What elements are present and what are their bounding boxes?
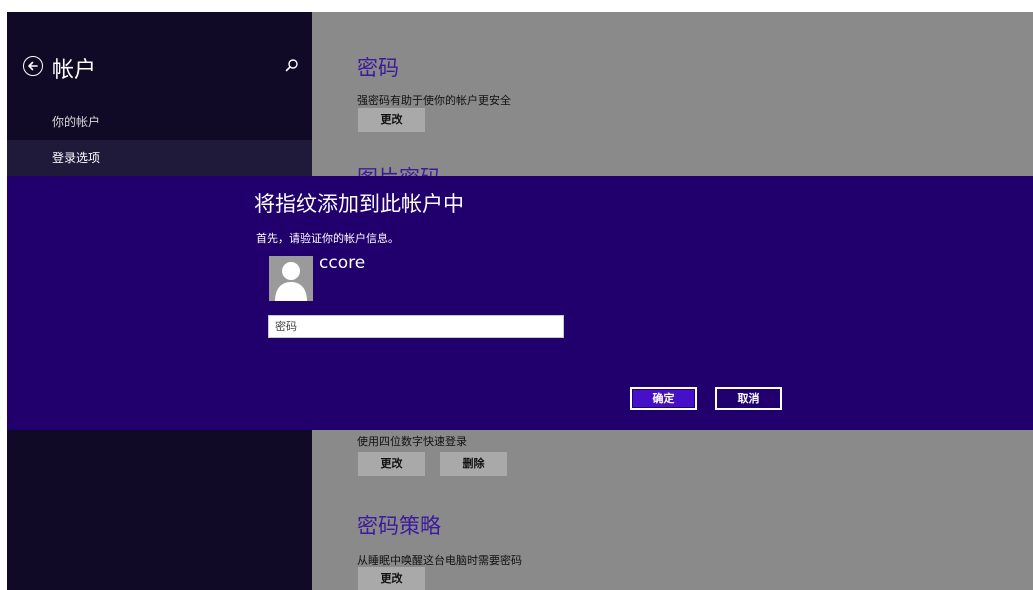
- sidebar-title: 帐户: [52, 58, 97, 83]
- cancel-button[interactable]: 取消: [715, 387, 782, 410]
- password-section-title: 密码: [357, 56, 399, 80]
- password-policy-change-button[interactable]: 更改: [358, 567, 425, 590]
- avatar: [269, 256, 313, 301]
- ok-button[interactable]: 确定: [630, 387, 697, 410]
- user-silhouette-icon: [275, 262, 307, 301]
- password-section-desc: 强密码有助于使你的帐户更安全: [357, 94, 511, 107]
- back-button[interactable]: [23, 56, 43, 76]
- add-fingerprint-dialog: 将指纹添加到此帐户中 首先，请验证你的帐户信息。 ccore 确定 取消: [7, 176, 1033, 430]
- password-input[interactable]: [268, 315, 564, 338]
- sidebar-item-your-account[interactable]: 你的帐户: [7, 104, 312, 140]
- password-policy-desc: 从睡眠中唤醒这台电脑时需要密码: [357, 554, 522, 567]
- search-icon[interactable]: [284, 58, 300, 74]
- sidebar-item-label: 登录选项: [52, 151, 101, 165]
- pin-delete-button[interactable]: 删除: [440, 452, 507, 476]
- sidebar-item-label: 你的帐户: [52, 115, 101, 129]
- password-change-button[interactable]: 更改: [358, 108, 425, 132]
- dialog-subtitle: 首先，请验证你的帐户信息。: [256, 232, 399, 245]
- sidebar-item-sign-in-options[interactable]: 登录选项: [7, 140, 312, 176]
- pin-change-button[interactable]: 更改: [358, 452, 425, 476]
- back-arrow-icon: [28, 61, 38, 71]
- user-name: ccore: [319, 253, 366, 273]
- pin-section-desc: 使用四位数字快速登录: [357, 435, 467, 448]
- dialog-title: 将指纹添加到此帐户中: [254, 192, 464, 216]
- password-policy-section-title: 密码策略: [357, 514, 441, 538]
